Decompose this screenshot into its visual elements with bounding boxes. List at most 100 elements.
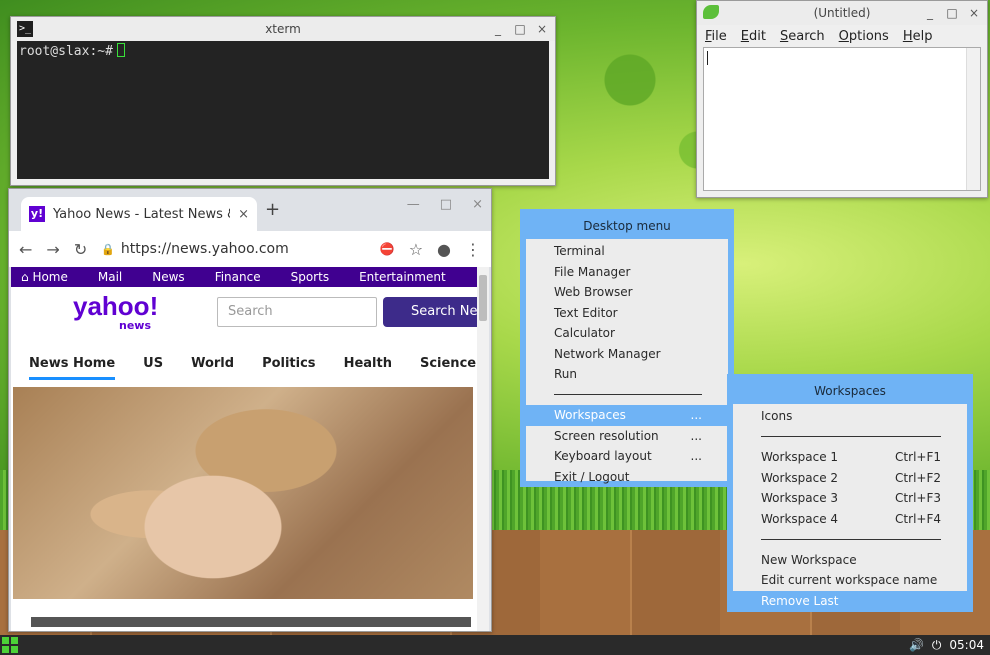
menu-file[interactable]: File <box>705 29 727 44</box>
menu-item-screen-resolution[interactable]: Screen resolution... <box>526 426 728 447</box>
nav-home-label: Home <box>32 270 68 284</box>
text-caret <box>707 51 708 65</box>
terminal-area[interactable]: root@slax:~# <box>17 41 549 179</box>
maximize-button[interactable]: □ <box>440 197 452 212</box>
menu-item-label: Workspaces <box>554 408 626 423</box>
menu-item-terminal[interactable]: Terminal <box>526 241 728 262</box>
subnav-world[interactable]: World <box>191 356 234 371</box>
text-editor-window[interactable]: (Untitled) _ □ × File Edit Search Option… <box>696 0 988 198</box>
close-button[interactable]: × <box>472 197 483 212</box>
menu-item-label: Workspace 3 <box>761 491 839 506</box>
subnav-science[interactable]: Science <box>420 356 476 371</box>
new-tab-button[interactable]: + <box>265 199 280 220</box>
volume-icon[interactable]: 🔊 <box>909 638 924 652</box>
xterm-titlebar[interactable]: >_ xterm _ □ × <box>11 17 555 41</box>
menu-item-label: Screen resolution <box>554 428 659 443</box>
tab-close-icon[interactable]: × <box>238 207 249 222</box>
menu-item-workspace-2[interactable]: Workspace 2 Ctrl+F2 <box>733 468 967 489</box>
yahoo-top-nav: ⌂ Home Mail News Finance Sports Entertai… <box>11 267 489 287</box>
menu-options[interactable]: Options <box>839 29 889 44</box>
page-scrollbar[interactable] <box>477 267 489 631</box>
submenu-indicator: ... <box>690 449 702 464</box>
reload-icon[interactable]: ↻ <box>74 240 87 259</box>
browser-window[interactable]: y! Yahoo News - Latest News & Headlines … <box>8 188 492 632</box>
menu-help[interactable]: Help <box>903 29 933 44</box>
nav-news[interactable]: News <box>152 270 184 284</box>
clock[interactable]: 05:04 <box>949 638 984 652</box>
shell-prompt: root@slax:~# <box>19 44 113 59</box>
menu-search[interactable]: Search <box>780 29 825 44</box>
menu-item-edit-workspace-name[interactable]: Edit current workspace name <box>733 570 967 591</box>
menu-item-network-manager[interactable]: Network Manager <box>526 344 728 365</box>
search-news-button[interactable]: Search News <box>383 297 483 327</box>
editor-titlebar[interactable]: (Untitled) _ □ × <box>697 1 987 25</box>
menu-item-workspace-1[interactable]: Workspace 1 Ctrl+F1 <box>733 447 967 468</box>
menu-item-exit-logout[interactable]: Exit / Logout <box>526 467 728 488</box>
minimize-button[interactable]: _ <box>923 1 937 25</box>
subnav-news-home[interactable]: News Home <box>29 356 116 380</box>
editor-text-area[interactable] <box>703 47 981 191</box>
menu-separator <box>733 529 967 550</box>
profile-icon[interactable]: ● <box>437 240 451 259</box>
menu-edit[interactable]: Edit <box>741 29 766 44</box>
menu-item-run[interactable]: Run <box>526 364 728 385</box>
menu-separator <box>733 427 967 448</box>
news-hero-image[interactable] <box>13 387 473 599</box>
shortcut-label: Ctrl+F2 <box>895 470 941 485</box>
subnav-politics[interactable]: Politics <box>262 356 316 371</box>
menu-item-label: Workspace 2 <box>761 470 839 485</box>
search-input[interactable]: Search <box>217 297 377 327</box>
menu-separator <box>526 385 728 406</box>
menu-kebab-icon[interactable]: ⋮ <box>465 240 481 259</box>
close-button[interactable]: × <box>967 1 981 25</box>
menu-item-file-manager[interactable]: File Manager <box>526 262 728 283</box>
close-button[interactable]: × <box>535 17 549 41</box>
minimize-button[interactable]: — <box>407 197 420 212</box>
lock-icon[interactable]: 🔒 <box>101 243 115 256</box>
minimize-button[interactable]: _ <box>491 17 505 41</box>
menu-item-label: File Manager <box>554 264 631 279</box>
menu-item-new-workspace[interactable]: New Workspace <box>733 550 967 571</box>
nav-mail[interactable]: Mail <box>98 270 122 284</box>
system-tray: 🔊 ⏻ 05:04 <box>909 635 984 655</box>
yahoo-logo[interactable]: yahoo! <box>73 293 158 319</box>
menu-item-workspace-4[interactable]: Workspace 4 Ctrl+F4 <box>733 509 967 530</box>
menu-item-text-editor[interactable]: Text Editor <box>526 303 728 324</box>
browser-toolbar: ← → ↻ 🔒 https://news.yahoo.com ⛔ ☆ ● ⋮ <box>9 231 491 267</box>
menu-item-workspace-3[interactable]: Workspace 3 Ctrl+F3 <box>733 488 967 509</box>
subnav-health[interactable]: Health <box>344 356 392 371</box>
extension-icon[interactable]: ⛔ <box>380 242 395 256</box>
nav-sports[interactable]: Sports <box>291 270 329 284</box>
start-menu-icon[interactable] <box>2 637 18 653</box>
address-bar[interactable]: 🔒 https://news.yahoo.com <box>101 241 366 257</box>
menu-item-label: Icons <box>761 409 793 424</box>
yahoo-sub-nav: News Home US World Politics Health Scien… <box>11 343 489 383</box>
menu-item-icons[interactable]: Icons <box>733 406 967 427</box>
menu-item-remove-last[interactable]: Remove Last <box>733 590 967 611</box>
shortcut-label: Ctrl+F3 <box>895 491 941 506</box>
editor-scrollbar[interactable] <box>966 48 980 190</box>
menu-item-calculator[interactable]: Calculator <box>526 323 728 344</box>
tab-yahoo-news[interactable]: y! Yahoo News - Latest News & Headlines … <box>21 197 257 231</box>
nav-entertainment[interactable]: Entertainment <box>359 270 446 284</box>
menu-item-web-browser[interactable]: Web Browser <box>526 282 728 303</box>
editor-menubar: File Edit Search Options Help <box>697 25 987 47</box>
maximize-button[interactable]: □ <box>513 17 527 41</box>
bookmark-star-icon[interactable]: ☆ <box>409 240 423 259</box>
next-article-strip[interactable] <box>31 617 471 627</box>
xterm-window[interactable]: >_ xterm _ □ × root@slax:~# <box>10 16 556 186</box>
forward-icon[interactable]: → <box>46 240 59 259</box>
power-icon[interactable]: ⏻ <box>932 638 942 653</box>
menu-item-label: Edit current workspace name <box>761 573 938 588</box>
subnav-us[interactable]: US <box>143 356 163 371</box>
submenu-indicator: ... <box>690 428 702 443</box>
terminal-cursor <box>116 43 125 57</box>
menu-item-workspaces[interactable]: Workspaces... <box>526 405 728 426</box>
menu-item-keyboard-layout[interactable]: Keyboard layout... <box>526 446 728 467</box>
back-icon[interactable]: ← <box>19 240 32 259</box>
nav-home[interactable]: ⌂ Home <box>21 270 68 284</box>
yahoo-favicon-icon: y! <box>29 206 45 222</box>
maximize-button[interactable]: □ <box>945 1 959 25</box>
menu-item-label: Remove Last <box>761 593 839 608</box>
nav-finance[interactable]: Finance <box>215 270 261 284</box>
